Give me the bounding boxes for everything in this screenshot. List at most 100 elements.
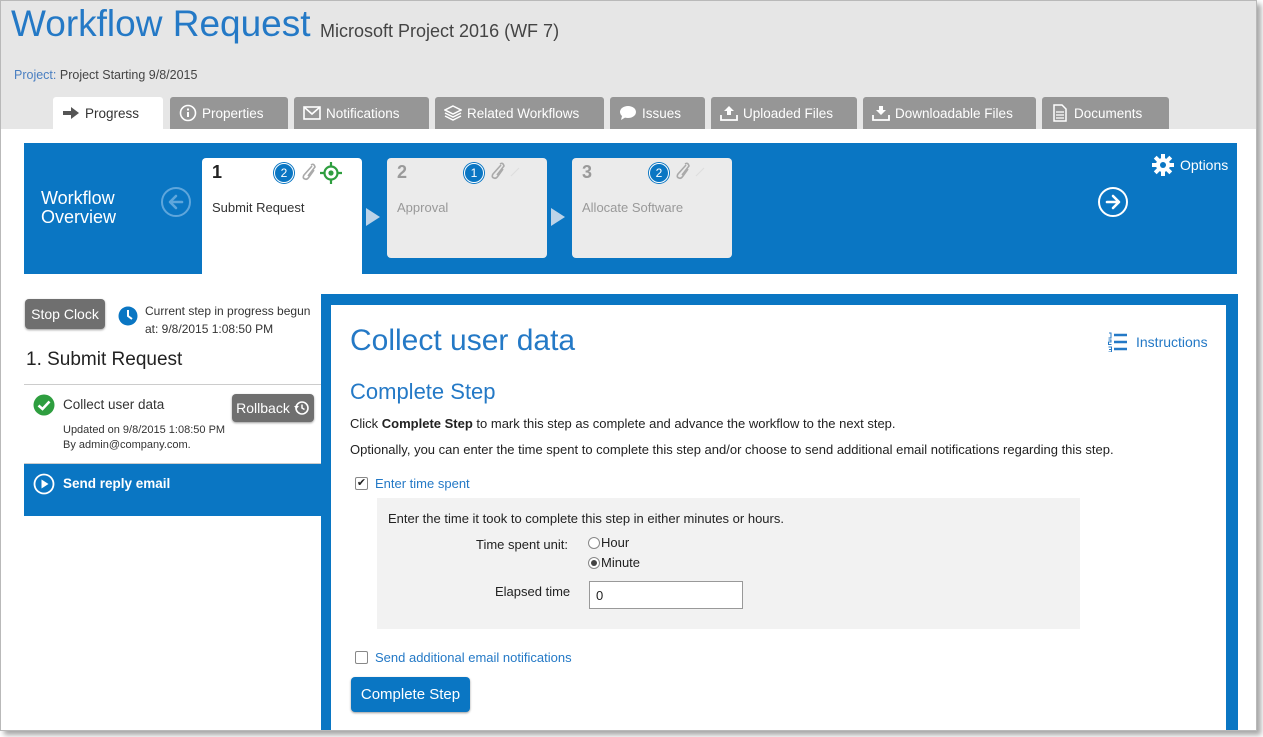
time-description: Enter the time it took to complete this … <box>388 511 784 526</box>
tab-progress[interactable]: Progress <box>53 97 163 129</box>
clock-status-line2: at: 9/8/2015 1:08:50 PM <box>145 322 274 336</box>
rollback-button[interactable]: Rollback <box>232 394 314 422</box>
send-email-checkbox[interactable]: Send additional email notifications <box>355 650 572 665</box>
tab-issues[interactable]: Issues <box>610 97 705 129</box>
workflow-overview-bar: Workflow Overview 1 2 Submit Request 2 1 <box>24 143 1237 275</box>
instructions-link[interactable]: Instructions <box>1108 332 1208 352</box>
tab-label: Downloadable Files <box>895 105 1013 121</box>
workflow-step-2[interactable]: 2 1 Approval <box>387 158 547 258</box>
section-title: Complete Step <box>350 379 496 404</box>
radio-label: Hour <box>601 535 630 550</box>
next-step-button[interactable] <box>1098 187 1128 217</box>
tab-related-workflows[interactable]: Related Workflows <box>435 97 604 129</box>
project-row: Project: Project Starting 9/8/2015 <box>14 68 197 82</box>
task-name: Collect user data <box>63 397 165 412</box>
step-number: 1 <box>212 162 223 182</box>
options-label: Options <box>1180 157 1229 173</box>
help-text-bold: Complete Step <box>381 416 473 431</box>
arrow-right-icon <box>61 104 81 122</box>
complete-step-button[interactable]: Complete Step <box>351 677 470 712</box>
checkbox-label: Enter time spent <box>375 476 470 491</box>
task-updated: Updated on 9/8/2015 1:08:50 PM <box>63 424 226 436</box>
enter-time-checkbox[interactable]: ✔ Enter time spent <box>355 476 470 491</box>
help-text-2: Optionally, you can enter the time spent… <box>350 442 1114 457</box>
step-name: Submit Request <box>212 200 305 215</box>
options-button[interactable]: Options <box>1152 154 1228 176</box>
task-panel: Collect user data Instructions Complete … <box>321 294 1238 730</box>
numbered-list-icon <box>1108 332 1127 352</box>
task-panel-content: Collect user data Instructions Complete … <box>331 305 1226 730</box>
attachment-icon <box>676 162 690 180</box>
checkbox-checked-icon: ✔ <box>355 477 368 490</box>
tab-label: Progress <box>85 105 140 121</box>
workflow-title-line1: Workflow <box>41 188 115 208</box>
help-text-suffix: to mark this step as complete and advanc… <box>472 416 896 431</box>
checkbox-label: Send additional email notifications <box>375 650 572 665</box>
step-count-badge: 2 <box>274 163 294 183</box>
tab-label: Related Workflows <box>467 105 580 121</box>
clock-icon <box>118 306 138 331</box>
play-circle-icon <box>33 473 55 500</box>
checkmark-icon <box>510 167 520 177</box>
page-title: Workflow Request <box>11 3 311 44</box>
speech-bubble-icon <box>618 104 638 122</box>
step-icons <box>299 162 342 184</box>
target-icon <box>320 162 342 184</box>
help-text-1: Click Complete Step to mark this step as… <box>350 416 896 431</box>
tab-label: Uploaded Files <box>743 105 834 121</box>
checkbox-unchecked-icon <box>355 651 368 664</box>
task-name: Send reply email <box>63 476 171 491</box>
app-window: Workflow Request Microsoft Project 2016 … <box>0 0 1257 731</box>
history-icon <box>293 401 309 415</box>
page-header: Workflow Request Microsoft Project 2016 … <box>1 1 1256 129</box>
step-icons <box>488 162 521 182</box>
instructions-label: Instructions <box>1136 334 1208 350</box>
step-arrow <box>366 208 380 226</box>
attachment-icon <box>491 162 505 180</box>
tab-downloadable-files[interactable]: Downloadable Files <box>863 97 1036 129</box>
workflow-step-3[interactable]: 3 2 Allocate Software <box>572 158 732 258</box>
step-count-badge: 1 <box>464 163 484 183</box>
tab-notifications[interactable]: Notifications <box>294 97 429 129</box>
upload-icon <box>719 104 739 122</box>
elapsed-time-input[interactable]: 0 <box>589 581 743 609</box>
arrow-left-icon <box>168 194 184 210</box>
gear-icon <box>1152 154 1174 176</box>
tab-label: Properties <box>202 105 264 121</box>
rollback-label: Rollback <box>236 400 290 416</box>
step-name: Approval <box>397 200 449 215</box>
tab-label: Notifications <box>326 105 400 121</box>
radio-hour[interactable]: Hour <box>588 535 629 550</box>
workflow-overview-title: Workflow Overview <box>41 189 116 227</box>
project-label: Project: <box>14 68 57 82</box>
step-name: Allocate Software <box>582 200 684 215</box>
check-circle-icon <box>33 394 55 421</box>
task-meta: Updated on 9/8/2015 1:08:50 PM By admin@… <box>63 423 225 453</box>
info-icon <box>178 104 198 122</box>
arrow-right-icon <box>1105 194 1121 210</box>
tab-uploaded-files[interactable]: Uploaded Files <box>711 97 857 129</box>
step-count-badge: 2 <box>649 163 669 183</box>
time-unit-label: Time spent unit: <box>476 537 569 552</box>
step-arrow <box>551 208 565 226</box>
clock-status: Current step in progress begun at: 9/8/2… <box>145 302 310 338</box>
help-text-prefix: Click <box>350 416 382 431</box>
tab-documents[interactable]: Documents <box>1042 97 1169 129</box>
previous-step-button[interactable] <box>161 187 191 217</box>
workflow-step-1[interactable]: 1 2 Submit Request <box>202 158 362 275</box>
radio-minute[interactable]: Minute <box>588 555 640 570</box>
stop-clock-button[interactable]: Stop Clock <box>25 299 105 329</box>
step-icons <box>673 162 706 182</box>
radio-selected-icon <box>588 556 600 569</box>
envelope-icon <box>302 104 322 122</box>
clock-status-line1: Current step in progress begun <box>145 304 311 318</box>
tab-label: Documents <box>1074 105 1143 121</box>
page-subtitle: Microsoft Project 2016 (WF 7) <box>320 21 560 41</box>
tab-label: Issues <box>642 105 682 121</box>
checkmark-icon <box>695 167 705 177</box>
tab-properties[interactable]: Properties <box>170 97 288 129</box>
workflow-title-line2: Overview <box>41 207 117 227</box>
task-send-reply-email[interactable]: Send reply email <box>24 464 321 516</box>
radio-label: Minute <box>601 555 641 570</box>
elapsed-time-label: Elapsed time <box>495 584 571 599</box>
